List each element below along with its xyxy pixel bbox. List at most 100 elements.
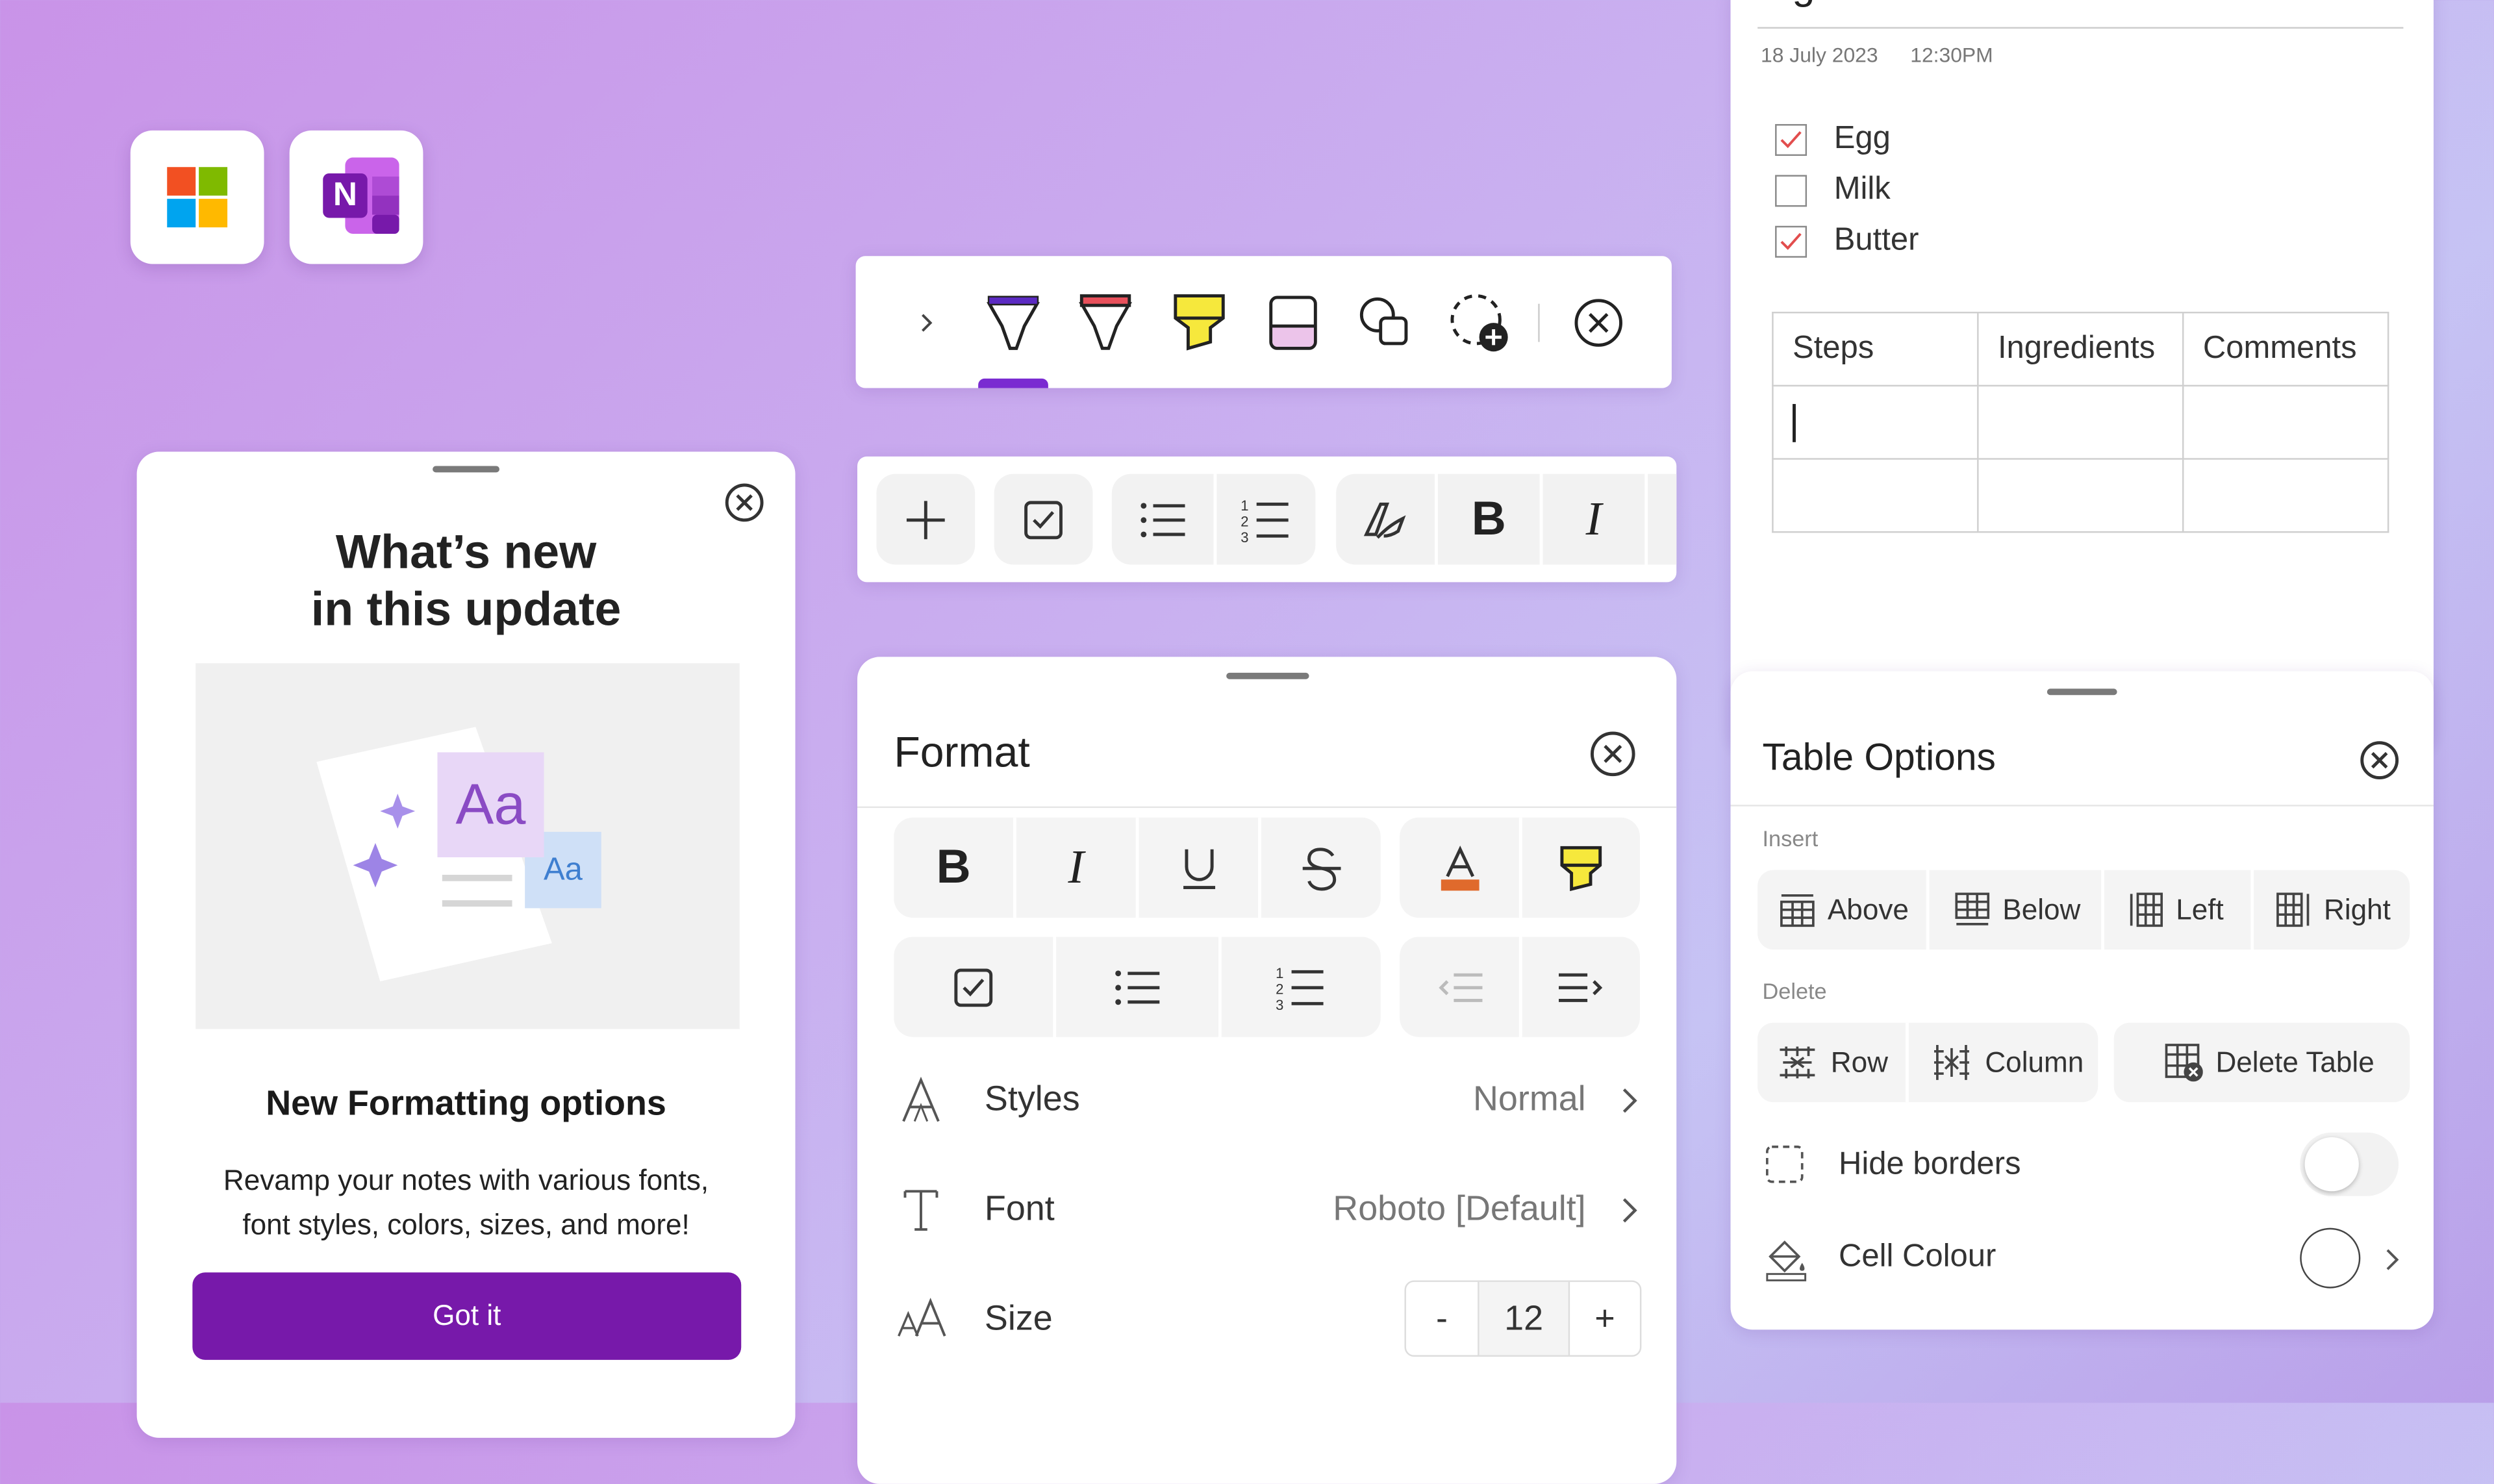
delete-column-button[interactable]: Column bbox=[1909, 1023, 2098, 1102]
lasso-add-icon[interactable] bbox=[1444, 288, 1515, 358]
separator bbox=[857, 806, 1677, 809]
add-icon[interactable] bbox=[876, 473, 976, 565]
chevron-right-icon[interactable] bbox=[2384, 1247, 2400, 1272]
insert-below-label: Below bbox=[2002, 893, 2081, 925]
insert-above-button[interactable]: Above bbox=[1757, 870, 1924, 950]
toggle-knob bbox=[2304, 1137, 2359, 1192]
whats-new-description: Revamp your notes with various fonts, fo… bbox=[184, 1158, 748, 1247]
italic-icon[interactable]: I bbox=[1016, 818, 1136, 918]
highlight-icon[interactable] bbox=[1522, 818, 1640, 918]
checkbox-egg[interactable] bbox=[1775, 124, 1808, 157]
checkbox-milk[interactable] bbox=[1775, 175, 1808, 207]
insert-section-label: Insert bbox=[1762, 825, 1819, 851]
close-icon[interactable] bbox=[1563, 288, 1633, 358]
numbered-list-icon[interactable]: 123 bbox=[1222, 937, 1381, 1037]
format-title: Format bbox=[894, 728, 1030, 777]
table-header-row: Steps Ingredients Comments bbox=[1772, 312, 2389, 387]
chevron-right-icon[interactable] bbox=[1619, 1087, 1638, 1115]
table-cell-active[interactable] bbox=[1772, 384, 1979, 460]
insert-left-button[interactable]: Left bbox=[2104, 870, 2250, 950]
close-icon[interactable] bbox=[2359, 740, 2400, 781]
italic-glyph: I bbox=[1585, 492, 1602, 545]
insert-below-button[interactable]: Below bbox=[1930, 870, 2098, 950]
cell-colour-swatch[interactable] bbox=[2300, 1227, 2361, 1289]
table-header-cell[interactable]: Comments bbox=[2182, 312, 2389, 387]
more-tools-edge[interactable] bbox=[1648, 473, 1677, 565]
close-icon[interactable] bbox=[724, 482, 765, 523]
italic-icon[interactable]: I bbox=[1543, 473, 1645, 565]
shapes-icon[interactable] bbox=[1350, 288, 1420, 358]
styles-value[interactable]: Normal bbox=[1255, 1078, 1586, 1120]
drag-handle[interactable] bbox=[433, 466, 499, 473]
table-cell[interactable] bbox=[1977, 458, 2184, 533]
format-panel: Format B I 1 2 3 Styles Normal Font Robo… bbox=[857, 657, 1677, 1484]
decrease-indent-icon[interactable] bbox=[1400, 937, 1519, 1037]
toolbar-divider bbox=[1538, 303, 1540, 342]
size-increase-button[interactable]: + bbox=[1570, 1282, 1640, 1355]
insert-below-icon bbox=[1955, 892, 1990, 927]
table-cell[interactable] bbox=[2182, 458, 2389, 533]
table-cell[interactable] bbox=[1977, 384, 2184, 460]
note-page: Ingredients 18 July 2023 12:30PM Egg Mil… bbox=[1730, 0, 2434, 748]
onenote-letter: N bbox=[333, 176, 357, 214]
hide-borders-toggle[interactable] bbox=[2300, 1132, 2399, 1196]
svg-text:2: 2 bbox=[1276, 980, 1283, 996]
onenote-logo-graphic: N bbox=[323, 157, 399, 234]
delete-table-icon bbox=[2165, 1044, 2203, 1082]
chevron-right-icon[interactable] bbox=[890, 288, 961, 358]
svg-text:3: 3 bbox=[1276, 996, 1283, 1011]
active-tool-indicator bbox=[978, 378, 1048, 388]
got-it-button[interactable]: Got it bbox=[192, 1272, 742, 1360]
size-value[interactable]: 12 bbox=[1479, 1281, 1568, 1355]
hide-borders-icon bbox=[1765, 1145, 1804, 1183]
table-header-cell[interactable]: Ingredients bbox=[1977, 312, 2184, 387]
insert-right-button[interactable]: Right bbox=[2254, 870, 2410, 950]
delete-section-label: Delete bbox=[1762, 978, 1827, 1004]
checkbox-icon[interactable] bbox=[994, 473, 1093, 565]
numbered-list-icon[interactable]: 123 bbox=[1216, 473, 1316, 565]
bold-icon[interactable]: B bbox=[1437, 473, 1540, 565]
microsoft-logo-icon[interactable] bbox=[130, 130, 264, 264]
table-header-cell[interactable]: Steps bbox=[1772, 312, 1979, 387]
red-pen-icon[interactable] bbox=[1070, 288, 1140, 358]
table-row bbox=[1772, 384, 2389, 460]
hide-borders-label: Hide borders bbox=[1839, 1146, 2021, 1182]
font-value[interactable]: Roboto [Default] bbox=[1176, 1188, 1585, 1229]
checkbox-icon[interactable] bbox=[894, 937, 1053, 1037]
font-color-icon[interactable] bbox=[1400, 818, 1519, 918]
delete-group: Row Column bbox=[1757, 1022, 2098, 1103]
delete-row-button[interactable]: Row bbox=[1757, 1023, 1906, 1102]
drag-handle[interactable] bbox=[1226, 672, 1309, 679]
text-style-group: B I bbox=[894, 817, 1381, 918]
insert-right-icon bbox=[2276, 892, 2311, 927]
checkbox-butter[interactable] bbox=[1775, 225, 1808, 258]
close-icon[interactable] bbox=[1589, 730, 1637, 777]
purple-pen-icon[interactable] bbox=[978, 288, 1048, 358]
description-line2: font styles, colors, sizes, and more! bbox=[242, 1209, 690, 1241]
bullet-list-icon[interactable] bbox=[1111, 473, 1214, 565]
chevron-right-icon[interactable] bbox=[1619, 1196, 1638, 1225]
bold-icon[interactable]: B bbox=[894, 818, 1013, 918]
whats-new-subtitle: New Formatting options bbox=[266, 1083, 666, 1123]
yellow-highlighter-icon[interactable] bbox=[1165, 288, 1235, 358]
table-cell[interactable] bbox=[1772, 458, 1979, 533]
title-underline bbox=[1757, 27, 2404, 29]
size-decrease-button[interactable]: - bbox=[1406, 1282, 1478, 1355]
eraser-icon[interactable] bbox=[1258, 288, 1328, 358]
checklist-label: Butter bbox=[1833, 222, 1919, 258]
increase-indent-icon[interactable] bbox=[1522, 937, 1640, 1037]
pen-toolbar bbox=[855, 256, 1672, 388]
whats-new-title-line2: in this update bbox=[310, 583, 622, 636]
insert-above-icon bbox=[1780, 892, 1815, 927]
delete-table-button[interactable]: Delete Table bbox=[2113, 1022, 2410, 1103]
bullet-list-icon[interactable] bbox=[1056, 937, 1218, 1037]
underline-icon[interactable] bbox=[1139, 818, 1258, 918]
drag-handle[interactable] bbox=[2047, 688, 2117, 696]
onenote-logo-icon[interactable]: N bbox=[289, 130, 423, 264]
text-cursor bbox=[1793, 403, 1796, 442]
delete-table-inner[interactable]: Delete Table bbox=[2114, 1023, 2410, 1102]
table-cell[interactable] bbox=[2182, 384, 2389, 460]
strikethrough-icon[interactable] bbox=[1261, 818, 1381, 918]
note-title[interactable]: Ingredients bbox=[1757, 0, 1962, 10]
pen-format-icon[interactable] bbox=[1336, 473, 1435, 565]
